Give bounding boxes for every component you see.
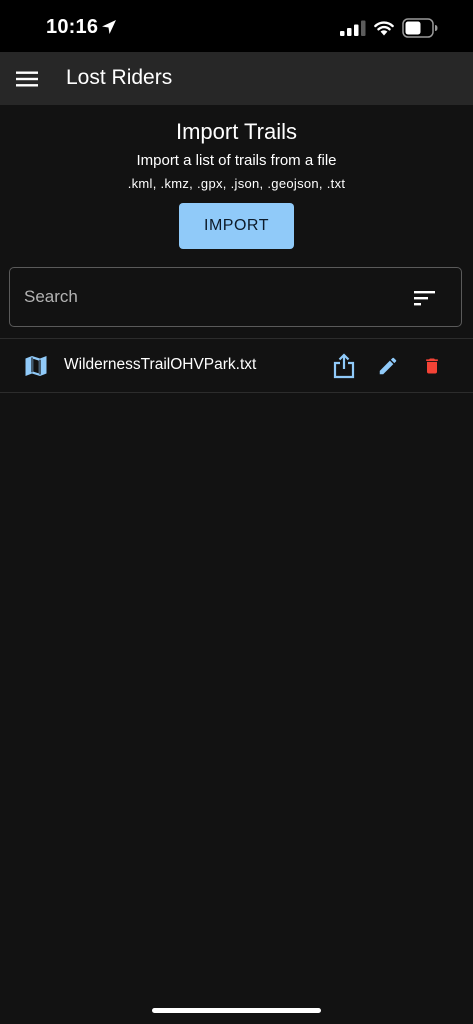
list-divider xyxy=(0,392,473,393)
home-indicator xyxy=(152,1008,321,1013)
trail-name: WildernessTrailOHVPark.txt xyxy=(64,356,257,373)
import-formats: .kml, .kmz, .gpx, .json, .geojson, .txt xyxy=(127,176,346,191)
share-icon xyxy=(333,353,355,379)
location-arrow-icon xyxy=(102,20,116,34)
search-field xyxy=(9,267,462,327)
app-bar: Lost Riders xyxy=(0,52,473,105)
sort-button[interactable] xyxy=(408,281,442,315)
wifi-icon xyxy=(374,21,394,36)
cellular-signal-icon xyxy=(340,20,366,36)
hamburger-menu-icon xyxy=(16,71,38,87)
sort-icon xyxy=(414,291,435,306)
import-title: Import Trails xyxy=(175,119,298,144)
app-title: Lost Riders xyxy=(66,66,173,89)
battery-icon xyxy=(402,18,438,38)
search-input[interactable] xyxy=(24,268,394,326)
delete-icon xyxy=(426,358,438,374)
delete-button[interactable] xyxy=(417,351,447,381)
import-button[interactable]: IMPORT xyxy=(179,203,294,249)
import-subtitle: Import a list of trails from a file xyxy=(136,152,337,169)
edit-icon xyxy=(379,357,397,375)
map-icon xyxy=(25,356,47,376)
menu-button[interactable] xyxy=(8,60,46,98)
status-time: 10:16 xyxy=(46,16,99,38)
list-item[interactable]: WildernessTrailOHVPark.txt xyxy=(0,339,473,392)
share-button[interactable] xyxy=(329,351,359,381)
edit-button[interactable] xyxy=(373,351,403,381)
status-bar: 10:16 xyxy=(0,0,473,52)
